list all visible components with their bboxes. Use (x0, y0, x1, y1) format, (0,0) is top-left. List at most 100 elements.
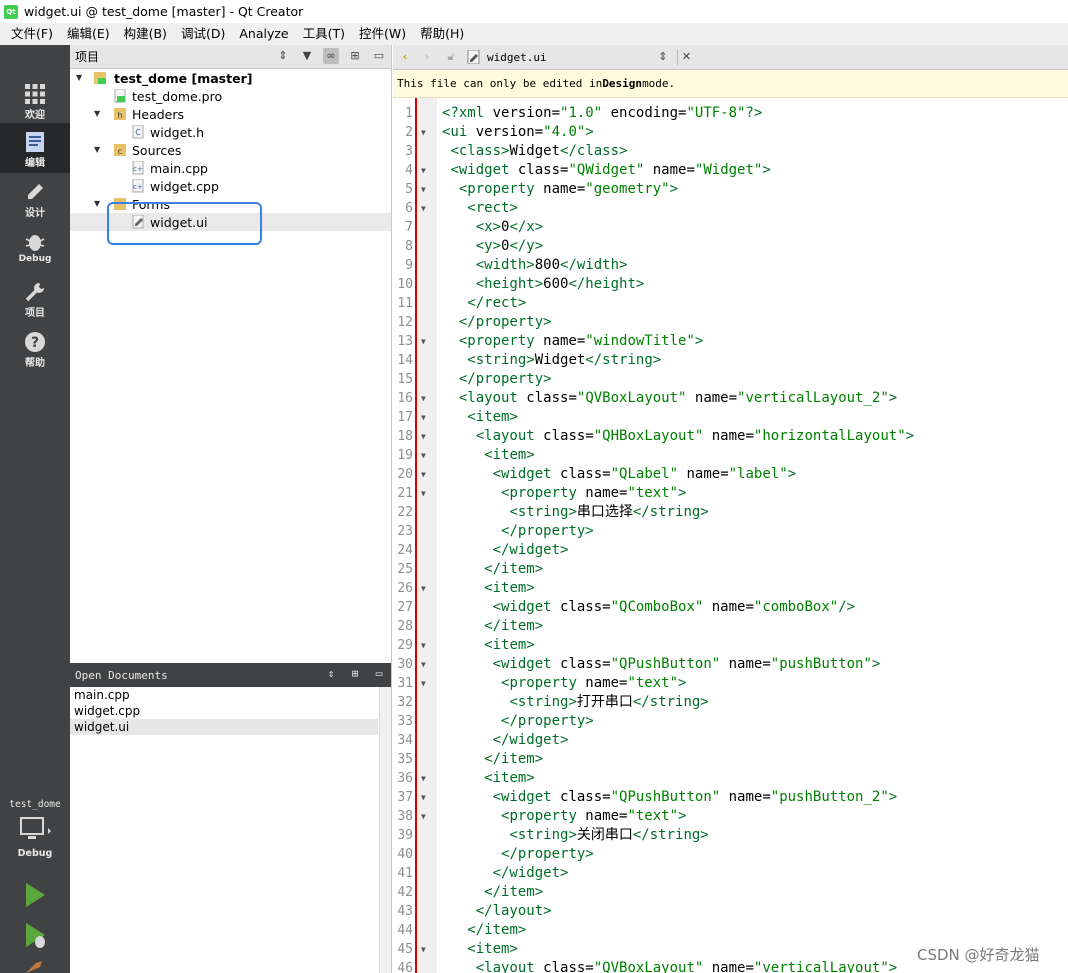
code-line: 16 ▼ <layout class="QVBoxLayout" name="ve… (397, 390, 898, 406)
menu-edit[interactable]: 编辑(E) (60, 23, 117, 45)
expand-arrow-icon[interactable]: ▼ (76, 74, 84, 82)
info-text-suffix: mode. (642, 77, 676, 90)
tree-sources-folder[interactable]: ▼ c Sources (70, 141, 391, 159)
code-line: 6 ▼ <rect> (405, 200, 518, 216)
pro-file-label: test_dome.pro (132, 88, 223, 104)
code-line: 12 </property> (397, 314, 552, 330)
code-line: 34 </widget> (397, 732, 569, 748)
editor-filename[interactable]: widget.ui (487, 51, 547, 64)
filter-icon[interactable]: ▼ (299, 48, 315, 64)
menu-help[interactable]: 帮助(H) (413, 23, 471, 45)
open-document-item[interactable]: main.cpp (70, 687, 378, 703)
link-icon[interactable]: ∞ (323, 48, 339, 64)
kit-name: test_dome (9, 799, 61, 810)
svg-text:?: ? (31, 335, 39, 351)
tree-headers-folder[interactable]: ▼ h Headers (70, 105, 391, 123)
menu-tools[interactable]: 工具(T) (296, 23, 352, 45)
menu-controls[interactable]: 控件(W) (352, 23, 413, 45)
forms-label: Forms (132, 196, 171, 212)
close-pane-icon[interactable]: ▭ (371, 666, 387, 682)
info-text-design: Design (602, 77, 643, 90)
run-icon[interactable] (20, 880, 50, 910)
combo-arrows-icon[interactable]: ⇕ (655, 49, 671, 65)
tree-header-file[interactable]: C widget.h (70, 123, 391, 141)
close-document-icon[interactable]: ✕ (677, 49, 693, 65)
tree-forms-folder[interactable]: ▼ Forms (70, 195, 391, 213)
svg-text:c+: c+ (133, 165, 143, 173)
code-line: 33 </property> (397, 713, 594, 729)
open-document-item[interactable]: widget.cpp (70, 703, 378, 719)
combo-arrows-icon[interactable]: ⇕ (323, 666, 339, 682)
tree-project-root[interactable]: ▼ test_dome [master] (70, 69, 391, 87)
sources-label: Sources (132, 142, 182, 158)
projects-pane-header: 项目 ⇕ ▼ ∞ ⊞ ▭ (70, 45, 391, 69)
close-pane-icon[interactable]: ▭ (371, 48, 387, 64)
open-documents-header: Open Documents ⇕ ⊞ ▭ (70, 663, 391, 687)
qt-creator-logo-icon: Qt (4, 4, 18, 19)
code-line: 10 <height>600</height> (397, 276, 645, 292)
code-line: 27 <widget class="QComboBox" name="combo… (397, 599, 856, 615)
scrollbar[interactable] (379, 687, 391, 973)
folder-icon: c (114, 144, 126, 156)
mode-label: 欢迎 (25, 110, 45, 121)
folder-icon: h (114, 108, 126, 120)
menu-debug[interactable]: 调试(D) (174, 23, 232, 45)
mode-selector: 欢迎 编辑 设计 Debug 项目 ? 帮助 test_dome Debug (0, 45, 70, 973)
mode-design[interactable]: 设计 (0, 173, 70, 223)
open-documents-pane: Open Documents ⇕ ⊞ ▭ main.cpp widget.cpp… (70, 663, 392, 973)
split-icon[interactable]: ⊞ (347, 48, 363, 64)
mode-label: 编辑 (25, 158, 45, 169)
mode-help[interactable]: ? 帮助 (0, 323, 70, 373)
code-line: 32 <string>打开串口</string> (397, 694, 709, 710)
menu-analyze[interactable]: Analyze (232, 23, 295, 45)
svg-text:c: c (118, 147, 122, 156)
svg-text:h: h (117, 111, 122, 120)
mode-debug[interactable]: Debug (0, 223, 70, 273)
project-name: test_dome [master] (114, 70, 253, 86)
tree-source-file[interactable]: c+ widget.cpp (70, 177, 391, 195)
projects-pane-title: 项目 (75, 50, 100, 64)
debug-run-icon[interactable] (20, 920, 50, 950)
grid-icon (25, 84, 45, 104)
code-line: 31 ▼ <property name="text"> (397, 675, 687, 691)
menu-build[interactable]: 构建(B) (117, 23, 174, 45)
code-line: 3 <class>Widget</class> (405, 143, 628, 159)
open-document-item[interactable]: widget.ui (70, 719, 378, 735)
mode-projects[interactable]: 项目 (0, 273, 70, 323)
headers-label: Headers (132, 106, 185, 122)
svg-text:C: C (135, 128, 141, 137)
tree-pro-file[interactable]: test_dome.pro (70, 87, 391, 105)
tree-source-file[interactable]: c+ main.cpp (70, 159, 391, 177)
code-editor[interactable]: 1 <?xml version="1.0" encoding="UTF-8"?> 2… (393, 98, 1068, 973)
tree-form-file[interactable]: widget.ui (70, 213, 391, 231)
bug-icon (25, 235, 45, 251)
expand-arrow-icon[interactable]: ▼ (94, 146, 102, 154)
mode-edit[interactable]: 编辑 (0, 123, 70, 173)
expand-arrow-icon[interactable]: ▼ (94, 200, 102, 208)
code-line: 15 </property> (397, 371, 552, 387)
code-line: 38 ▼ <property name="text"> (397, 808, 687, 824)
split-icon[interactable]: ⊞ (347, 666, 363, 682)
code-line: 24 </widget> (397, 542, 569, 558)
code-line: 39 <string>关闭串口</string> (397, 827, 709, 843)
code-line: 4 ▼ <widget class="QWidget" name="Widget"… (405, 162, 771, 178)
lock-icon[interactable]: 🔓︎ (443, 49, 459, 65)
forward-arrow-icon[interactable]: › (419, 49, 435, 65)
code-line: 42 </item> (397, 884, 544, 900)
mode-label: Debug (18, 254, 52, 264)
build-hammer-icon[interactable] (20, 957, 50, 973)
expand-arrow-icon[interactable]: ▼ (94, 110, 102, 118)
back-arrow-icon[interactable]: ‹ (397, 49, 413, 65)
source-file-label: widget.cpp (150, 178, 219, 194)
combo-arrows-icon[interactable]: ⇕ (275, 48, 291, 64)
help-icon: ? (25, 332, 45, 352)
menu-file[interactable]: 文件(F) (4, 23, 60, 45)
mode-welcome[interactable]: 欢迎 (0, 75, 70, 125)
code-line: 5 ▼ <property name="geometry"> (405, 181, 679, 197)
code-line: 28 </item> (397, 618, 544, 634)
editor-toolbar: ‹ › 🔓︎ widget.ui ⇕ ✕ (393, 45, 1068, 70)
code-line: 40 </property> (397, 846, 594, 862)
kit-selector[interactable]: test_dome Debug (0, 797, 70, 859)
folder-icon (114, 198, 126, 210)
code-line: 44 </item> (397, 922, 527, 938)
